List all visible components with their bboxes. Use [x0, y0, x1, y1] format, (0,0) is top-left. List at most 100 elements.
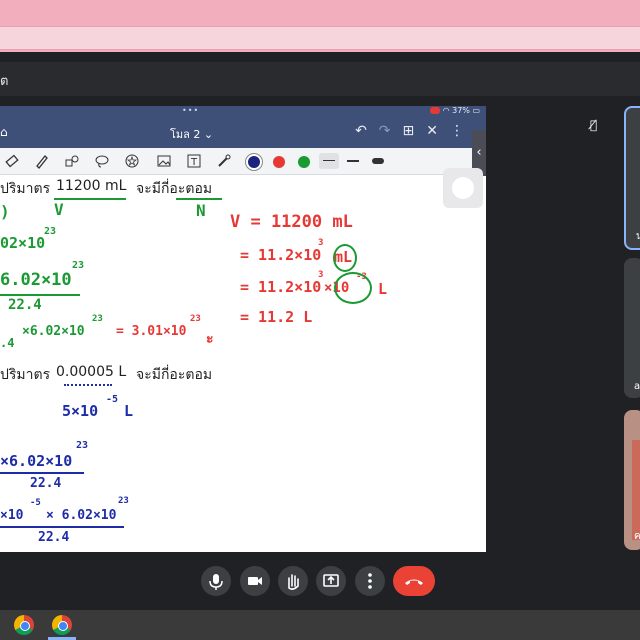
raise-hand-icon: [288, 574, 299, 590]
color-red[interactable]: [273, 156, 285, 168]
hw-blue-4-rest: × 6.02×10: [46, 508, 117, 523]
present-icon: [323, 574, 339, 587]
battery-text: 37%: [452, 106, 470, 115]
hw-green-4: ×6.02×10: [22, 324, 85, 339]
highlighter-icon[interactable]: [34, 153, 50, 169]
hw-blue-4-rest-exp: 23: [118, 496, 129, 506]
multitask-dots[interactable]: •••: [182, 106, 199, 115]
camera-button[interactable]: [240, 566, 270, 596]
hw-green-5: .4: [0, 336, 15, 350]
more-icon[interactable]: ⋮: [450, 123, 464, 139]
text-icon[interactable]: T: [186, 153, 202, 169]
image-icon[interactable]: [156, 153, 172, 169]
hw-green-1: 02×10: [0, 234, 46, 252]
add-page-icon[interactable]: ⊞: [403, 123, 415, 139]
eraser-icon[interactable]: [4, 153, 20, 169]
q1-underline-atoms: [176, 198, 222, 200]
back-icon[interactable]: ⌂: [0, 125, 8, 139]
ipad-status-bar: ••• ◠ 37% ▭: [0, 106, 486, 118]
notes-header: ⌂ โมล 2 ⌄ ↶ ↷ ⊞ ✕ ⋮: [0, 118, 486, 148]
color-green[interactable]: [298, 156, 310, 168]
present-button[interactable]: [316, 566, 346, 596]
hw-green-2: 6.02×10: [0, 270, 72, 290]
fraction-bar-2: [0, 472, 84, 474]
hw-red-check: ะ: [206, 331, 214, 347]
note-page[interactable]: ปริมาตร 11200 mL จะมีกี่อะตอม V N ) 02×1…: [0, 174, 486, 552]
hw-blue-5: 22.4: [38, 530, 70, 545]
circle-mark-2: [334, 272, 372, 304]
participant-tile-3[interactable]: ค: [624, 410, 640, 550]
hw-red-result-exp: 23: [190, 314, 201, 324]
stroke-thin[interactable]: [319, 153, 339, 169]
end-call-icon: [405, 579, 423, 585]
hw-red-3-unit: L: [378, 280, 388, 298]
recording-icon: [429, 107, 440, 114]
redo-icon[interactable]: ↷: [379, 123, 391, 139]
svg-text:T: T: [190, 157, 198, 168]
wifi-icon: ◠: [442, 106, 453, 115]
hw-green-4-exp: 23: [92, 314, 103, 324]
battery-icon: ▭: [472, 106, 480, 115]
close-icon[interactable]: ✕: [426, 123, 438, 139]
hw-green-1-exp: 23: [44, 226, 57, 237]
circle-mark-1: [333, 244, 357, 272]
hw-red-v: V = 11200 mL: [230, 212, 353, 232]
q2-prefix: ปริมาตร: [0, 367, 51, 383]
hw-red-2-exp: 3: [318, 238, 324, 248]
q1-label-n: N: [196, 201, 206, 220]
meet-top-bar: ต: [0, 62, 640, 96]
q1-suffix: จะมีกี่อะตอม: [136, 181, 213, 197]
fraction-bar-1: [0, 294, 80, 296]
hw-green-3: 22.4: [8, 297, 42, 313]
q2-value: 0.00005 L: [56, 364, 127, 380]
stroke-medium[interactable]: [347, 160, 359, 162]
chrome-icon[interactable]: [14, 615, 34, 635]
stroke-thick[interactable]: [372, 158, 384, 164]
laser-pointer-icon[interactable]: [216, 153, 232, 169]
document-title[interactable]: โมล 2 ⌄: [170, 125, 213, 143]
shared-screen: ••• ◠ 37% ▭ ⌂ โมล 2 ⌄ ↶ ↷ ⊞ ✕ ⋮ T ‹ ปริม…: [0, 106, 486, 552]
q1-underline-value: [54, 198, 126, 200]
participant-name-2: a: [634, 381, 640, 392]
browser-address-bar[interactable]: [0, 26, 640, 50]
hw-blue-3: 22.4: [30, 476, 62, 491]
chrome-profile-icon[interactable]: [52, 615, 72, 635]
hw-red-3-exp: 3: [318, 270, 324, 280]
meeting-controls: [0, 560, 640, 604]
hw-blue-1-unit: L: [124, 402, 134, 420]
hw-green-mark: ): [0, 202, 10, 221]
end-call-button[interactable]: [393, 566, 435, 596]
camera-icon: [248, 577, 262, 585]
shapes-icon[interactable]: [64, 153, 80, 169]
hw-blue-2-exp: 23: [76, 440, 89, 451]
undo-icon[interactable]: ↶: [355, 123, 367, 139]
hw-blue-1-exp: -5: [106, 394, 119, 405]
color-navy[interactable]: [248, 156, 260, 168]
hw-blue-2: ×6.02×10: [0, 452, 73, 470]
mic-button[interactable]: [201, 566, 231, 596]
more-options-icon: [368, 573, 372, 589]
muted-mic-icon: 🎙̸: [590, 118, 598, 132]
hw-blue-1: 5×10: [62, 402, 99, 420]
q2-suffix: จะมีกี่อะตอม: [136, 367, 213, 383]
lasso-icon[interactable]: [94, 153, 110, 169]
participant-tile-2[interactable]: a: [624, 258, 640, 398]
sticker-icon[interactable]: [124, 153, 140, 169]
participant-tile-1[interactable]: น: [624, 106, 640, 250]
drawing-toolbar: T: [0, 148, 486, 175]
hw-blue-4-exp: -5: [30, 498, 41, 508]
hw-red-2: = 11.2×10: [240, 246, 322, 264]
hw-red-4: = 11.2 L: [240, 308, 313, 326]
q2-scribble: [64, 384, 112, 390]
mic-icon: [209, 574, 223, 590]
hw-red-result: = 3.01×10: [116, 324, 187, 339]
participant-name-1: น: [636, 231, 640, 242]
q1-value: 11200 mL: [56, 178, 127, 194]
fraction-bar-3: [0, 526, 124, 528]
participant-name-3: ค: [634, 531, 640, 542]
hw-green-2-exp: 23: [72, 260, 85, 271]
raise-hand-button[interactable]: [278, 566, 308, 596]
hw-blue-4: ×10: [0, 508, 24, 523]
q1-label-v: V: [54, 200, 64, 219]
more-options-button[interactable]: [355, 566, 385, 596]
